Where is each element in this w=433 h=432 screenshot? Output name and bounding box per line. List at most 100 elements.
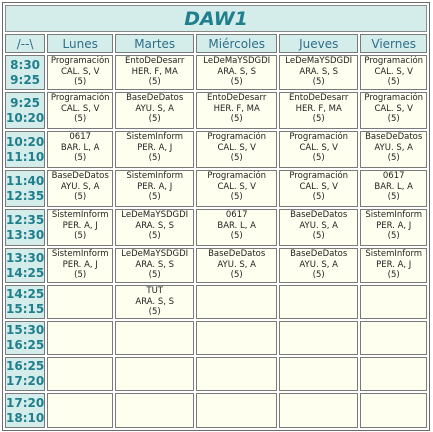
class-group-count: (5) [387,77,400,87]
day-header-viernes: Viernes [360,34,428,53]
class-teacher: AYU. S, A [60,181,100,192]
slot-start-time: 12:35 [6,212,45,227]
corner-header: /--\ [5,34,46,53]
empty-cell [47,357,114,391]
class-subject: BaseDeDatos [290,249,348,259]
class-cell: LeDeMaYSDGDI ARA. S, S (5) [115,248,195,283]
class-subject: 0617 [382,171,405,181]
class-teacher: PER. A, J [62,259,98,270]
class-subject: 0617 [225,210,248,220]
class-cell: Programación CAL. S, V (5) [196,170,278,207]
class-group-count: (5) [74,192,87,202]
class-group-count: (5) [230,231,243,241]
timetable-row: 16:25 17:20 [5,357,428,391]
empty-cell [115,321,195,355]
class-cell: SistemInform PER. A, J (5) [360,248,428,283]
day-header-martes: Martes [115,34,195,53]
class-group-count: (5) [230,192,243,202]
class-subject: EntoDeDesarr [125,56,185,66]
class-subject: Programación [364,56,424,66]
timetable-grid: DAW1 /--\ Lunes Martes Miércoles Jueves … [2,2,431,431]
class-teacher: CAL. S, V [299,142,338,153]
class-group-count: (5) [148,231,161,241]
class-cell: SistemInform PER. A, J (5) [360,209,428,246]
class-cell: SistemInform PER. A, J (5) [47,248,114,283]
class-group-count: (5) [387,114,400,124]
class-teacher: BAR. L, A [374,181,413,192]
class-cell: SistemInform PER. A, J (5) [115,170,195,207]
class-group-count: (5) [148,153,161,163]
slot-start-time: 16:25 [6,359,45,373]
time-slot-header: 14:25 15:15 [5,285,46,319]
class-group-count: (5) [230,114,243,124]
empty-cell [360,285,428,319]
class-subject: EntoDeDesarr [289,93,349,103]
class-subject: SistemInform [126,171,184,181]
class-teacher: BAR. L, A [60,142,100,153]
class-cell: LeDeMaYSDGDI ARA. S, S (5) [115,209,195,246]
class-subject: Programación [289,171,349,181]
class-cell: 0617 BAR. L, A (5) [196,209,278,246]
class-group-count: (5) [312,231,325,241]
slot-start-time: 13:30 [6,250,45,265]
class-teacher: CAL. S, V [60,103,100,114]
class-teacher: CAL. S, V [374,103,413,114]
class-group-count: (5) [387,270,400,280]
time-slot-header: 17:20 18:10 [5,393,46,428]
empty-cell [279,393,359,428]
class-cell: EntoDeDesarr HER. F, MA (5) [115,55,195,90]
class-group-count: (5) [74,231,87,241]
class-cell: BaseDeDatos AYU. S, A (5) [115,92,195,129]
slot-start-time: 9:25 [10,95,41,110]
slot-start-time: 8:30 [10,57,41,72]
class-group-count: (5) [148,114,161,124]
class-cell: 0617 BAR. L, A (5) [47,131,114,168]
class-subject: SistemInform [365,249,423,259]
class-teacher: ARA. S, S [299,66,339,77]
class-group-count: (5) [230,77,243,87]
class-cell: EntoDeDesarr HER. F, MA (5) [279,92,359,129]
class-subject: SistemInform [126,132,184,142]
class-subject: SistemInform [51,249,109,259]
slot-end-time: 18:10 [6,410,45,425]
class-teacher: ARA. S, S [217,66,257,77]
timetable-row: 8:30 9:25 Programación CAL. S, V (5) EntoDeDe… [5,55,428,90]
class-teacher: ARA. S, S [135,220,175,231]
slot-end-time: 12:35 [6,188,45,203]
class-cell: SistemInform PER. A, J (5) [47,209,114,246]
slot-end-time: 13:30 [6,227,45,242]
class-subject: LeDeMaYSDGDI [121,210,189,220]
class-cell: Programación CAL. S, V (5) [196,131,278,168]
timetable-page: DAW1 /--\ Lunes Martes Miércoles Jueves … [0,0,433,432]
class-teacher: AYU. S, A [299,259,338,270]
class-cell: EntoDeDesarr HER. F, MA (5) [196,92,278,129]
timetable-row: 13:30 14:25 SistemInform PER. A, J (5) LeDeMa… [5,248,428,283]
class-group-count: (5) [74,153,87,163]
slot-end-time: 9:25 [10,72,41,87]
class-group-count: (5) [387,153,400,163]
slot-end-time: 15:15 [6,302,45,316]
class-cell: BaseDeDatos AYU. S, A (5) [360,131,428,168]
class-subject: Programación [207,132,267,142]
class-teacher: HER. F, MA [213,103,260,114]
slot-start-time: 10:20 [6,134,45,149]
day-header-lunes: Lunes [47,34,114,53]
class-group-count: (5) [74,114,87,124]
empty-cell [196,285,278,319]
empty-cell [196,393,278,428]
class-group-count: (5) [230,270,243,280]
time-slot-header: 15:30 16:25 [5,321,46,355]
empty-cell [47,393,114,428]
slot-start-time: 15:30 [6,323,45,337]
class-subject: LeDeMaYSDGDI [285,56,353,66]
timetable-row: 10:20 11:10 0617 BAR. L, A (5) SistemInform PE… [5,131,428,168]
class-teacher: PER. A, J [137,142,173,153]
class-cell: BaseDeDatos AYU. S, A (5) [196,248,278,283]
class-subject: LeDeMaYSDGDI [203,56,271,66]
empty-cell [196,321,278,355]
class-teacher: ARA. S, S [135,296,175,307]
class-teacher: PER. A, J [376,259,412,270]
class-subject: EntoDeDesarr [207,93,267,103]
day-header-jueves: Jueves [279,34,359,53]
class-teacher: AYU. S, A [374,142,413,153]
